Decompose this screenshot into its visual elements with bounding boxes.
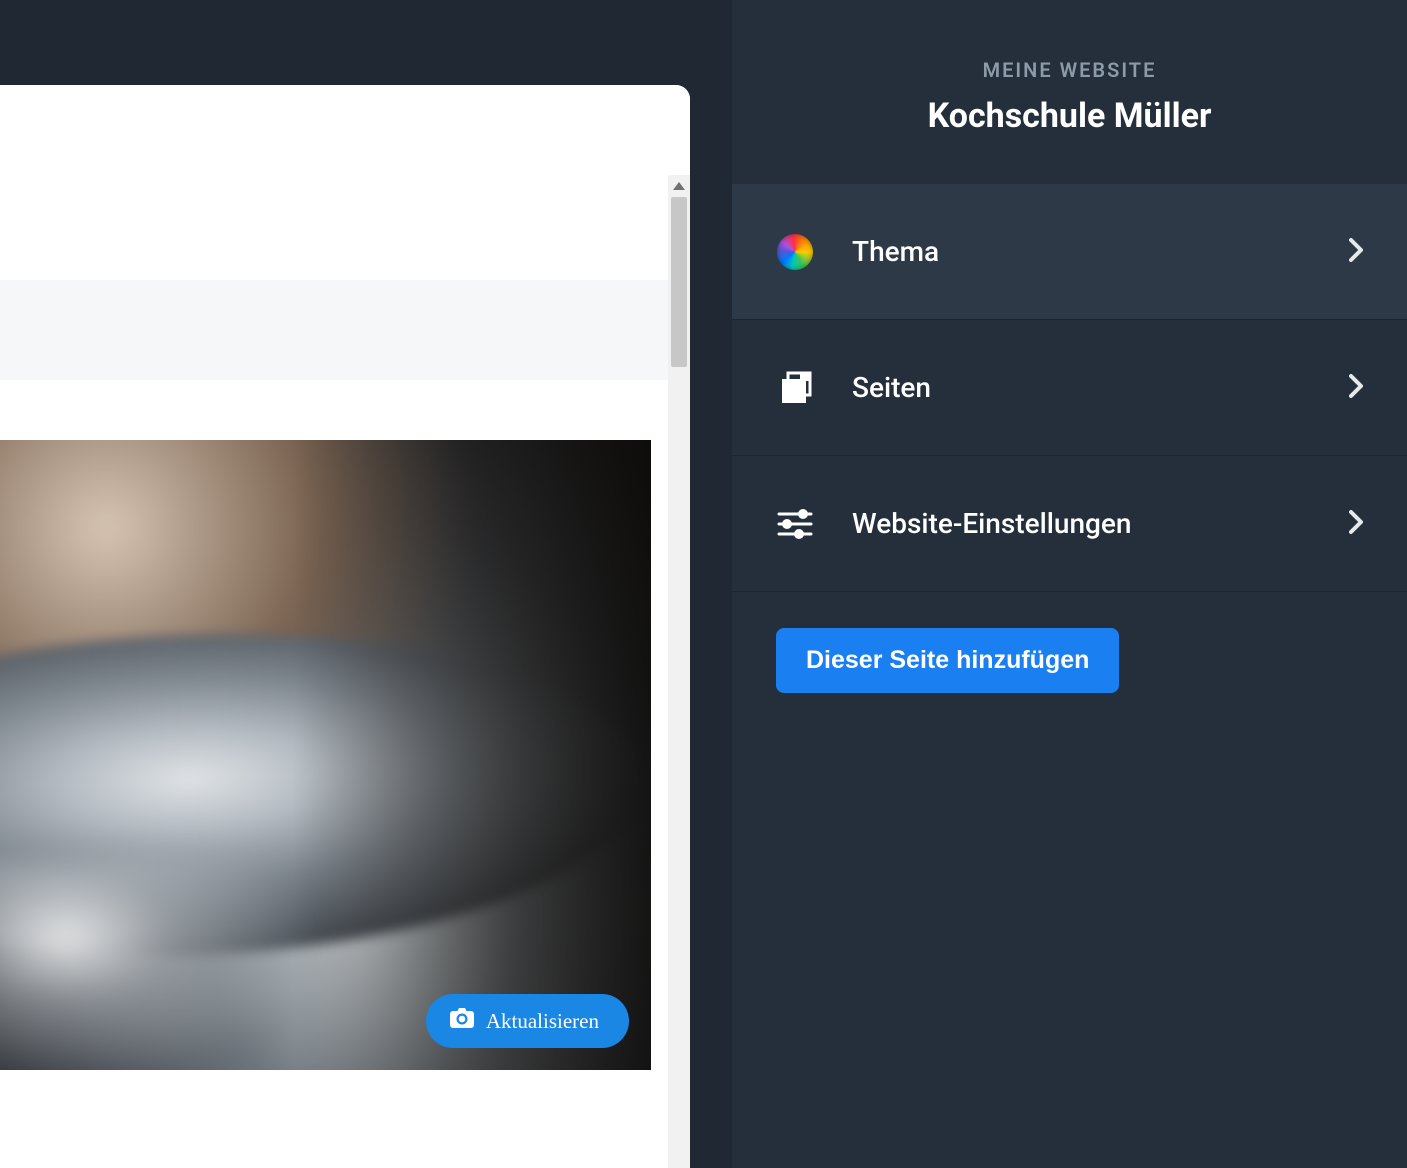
theme-color-wheel-icon	[776, 233, 814, 271]
scrollbar-up-icon[interactable]	[668, 175, 690, 197]
preview-scrollbar[interactable]	[668, 175, 690, 1168]
sidebar-eyebrow: MEINE WEBSITE	[762, 58, 1377, 82]
sidebar-item-pages[interactable]: Seiten	[732, 320, 1407, 455]
add-to-page-button-label: Dieser Seite hinzufügen	[806, 646, 1089, 674]
preview-viewport: Aktualisieren	[0, 175, 668, 1168]
preview-subheader-region	[0, 280, 668, 380]
sliders-icon	[776, 505, 814, 543]
add-to-page-button[interactable]: Dieser Seite hinzufügen	[776, 628, 1119, 693]
chevron-right-icon	[1349, 238, 1363, 266]
preview-window-chrome	[0, 85, 690, 175]
site-title: Kochschule Müller	[762, 96, 1377, 136]
camera-icon	[450, 1008, 474, 1034]
sidebar-action-row: Dieser Seite hinzufügen	[732, 592, 1407, 729]
site-preview-pane: Aktualisieren	[0, 85, 690, 1168]
sidebar-header: MEINE WEBSITE Kochschule Müller	[732, 0, 1407, 184]
refresh-preview-button[interactable]: Aktualisieren	[426, 994, 629, 1048]
refresh-preview-button-label: Aktualisieren	[486, 1009, 599, 1034]
scrollbar-thumb[interactable]	[671, 197, 687, 367]
sidebar-item-theme[interactable]: Thema	[732, 184, 1407, 319]
preview-hero-image: Aktualisieren	[0, 440, 651, 1070]
sidebar-item-website-settings[interactable]: Website-Einstellungen	[732, 456, 1407, 591]
chevron-right-icon	[1349, 374, 1363, 402]
pages-stack-icon	[776, 369, 814, 407]
preview-header-region	[0, 175, 668, 280]
editor-sidebar: MEINE WEBSITE Kochschule Müller Thema	[732, 0, 1407, 1168]
sidebar-nav: Thema Seiten	[732, 184, 1407, 729]
sidebar-item-label: Website-Einstellungen	[852, 507, 1349, 540]
sidebar-item-label: Seiten	[852, 371, 1349, 404]
sidebar-item-label: Thema	[852, 235, 1349, 268]
chevron-right-icon	[1349, 510, 1363, 538]
